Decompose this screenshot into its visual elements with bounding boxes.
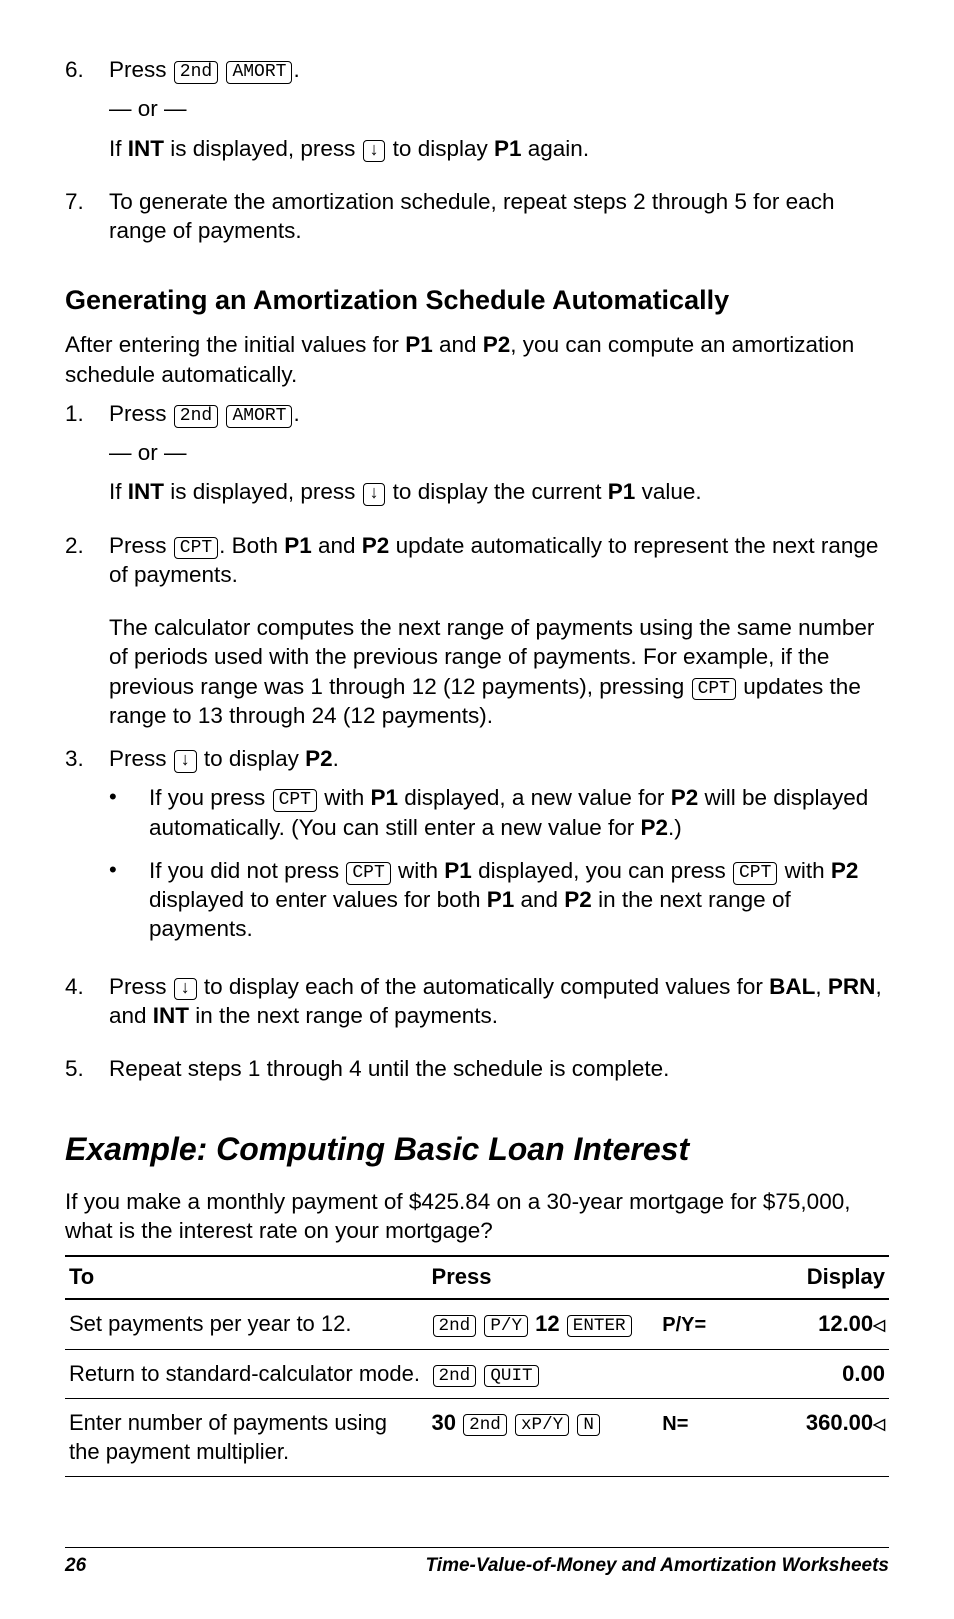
key-label: 2nd (433, 1365, 477, 1387)
step-alt: If INT is displayed, press ↓ to display … (109, 134, 889, 163)
step-text: To generate the amortization schedule, r… (109, 187, 889, 246)
step-number: 3. (65, 744, 109, 958)
table-row: Enter number of payments using the payme… (65, 1399, 889, 1477)
key-label: 2nd (174, 61, 218, 84)
cell-var (658, 1349, 744, 1399)
cell-var: N= (658, 1399, 744, 1477)
key-label: P/Y (484, 1315, 528, 1337)
step-text: Repeat steps 1 through 4 until the sched… (109, 1054, 889, 1083)
key-label: CPT (692, 678, 736, 701)
step-list-main: 1.Press 2nd AMORT. — or — If INT is displa… (65, 399, 889, 1094)
bullet-icon: • (109, 856, 149, 944)
cell-press: 2nd QUIT (428, 1349, 659, 1399)
key-label: CPT (174, 537, 218, 560)
bullet-icon: • (109, 783, 149, 842)
cell-to: Set payments per year to 12. (65, 1299, 428, 1349)
cell-value: 12.00◁ (744, 1299, 889, 1349)
step-number: 1. (65, 399, 109, 517)
cell-press: 2nd P/Y 12 ENTER (428, 1299, 659, 1349)
key-label: AMORT (226, 61, 292, 84)
key-label: ↓ (174, 750, 197, 773)
key-label: 2nd (174, 405, 218, 428)
cell-var: P/Y= (658, 1299, 744, 1349)
example-heading: Example: Computing Basic Loan Interest (65, 1129, 889, 1171)
step-text: Press 2nd AMORT. (109, 55, 889, 84)
th-press: Press (428, 1256, 659, 1299)
page-footer: 26 Time-Value-of-Money and Amortization … (65, 1547, 889, 1579)
key-label: AMORT (226, 405, 292, 428)
step-text: Press ↓ to display P2. (109, 744, 889, 773)
key-label: 2nd (463, 1414, 507, 1436)
key-label: QUIT (484, 1365, 538, 1387)
key-label: CPT (273, 789, 317, 812)
example-table: To Press Display Set payments per year t… (65, 1255, 889, 1477)
step-number: 6. (65, 55, 109, 173)
table-row: Return to standard-calculator mode.2nd Q… (65, 1349, 889, 1399)
cell-to: Return to standard-calculator mode. (65, 1349, 428, 1399)
key-label: CPT (346, 862, 390, 885)
key-label: CPT (733, 862, 777, 885)
step-text: Press 2nd AMORT. (109, 399, 889, 428)
footer-title: Time-Value-of-Money and Amortization Wor… (426, 1554, 889, 1579)
cell-press: 30 2nd xP/Y N (428, 1399, 659, 1477)
key-label: xP/Y (515, 1414, 569, 1436)
section-heading-auto: Generating an Amortization Schedule Auto… (65, 283, 889, 318)
step-paragraph: The calculator computes the next range o… (109, 613, 889, 730)
step-number: 2. (65, 531, 109, 600)
key-label: ENTER (567, 1315, 632, 1337)
step-list-top: 6.Press 2nd AMORT. — or — If INT is displa… (65, 55, 889, 255)
cell-to: Enter number of payments using the payme… (65, 1399, 428, 1477)
key-label: ↓ (363, 483, 386, 506)
th-display: Display (658, 1256, 889, 1299)
key-label: 2nd (433, 1315, 477, 1337)
key-label: ↓ (363, 140, 386, 163)
table-row: Set payments per year to 12.2nd P/Y 12 E… (65, 1299, 889, 1349)
section-intro: After entering the initial values for P1… (65, 330, 889, 389)
or-text: — or — (109, 438, 889, 467)
example-intro: If you make a monthly payment of $425.84… (65, 1187, 889, 1246)
cell-value: 0.00 (744, 1349, 889, 1399)
page-number: 26 (65, 1554, 86, 1579)
step-number: 4. (65, 972, 109, 1041)
step-number: 5. (65, 1054, 109, 1093)
step-text: Press CPT. Both P1 and P2 update automat… (109, 531, 889, 590)
th-to: To (65, 1256, 428, 1299)
bullet-text: If you did not press CPT with P1 display… (149, 856, 889, 944)
key-label: N (577, 1414, 600, 1436)
or-text: — or — (109, 94, 889, 123)
key-label: ↓ (174, 978, 197, 1001)
bullet-text: If you press CPT with P1 displayed, a ne… (149, 783, 889, 842)
cell-value: 360.00◁ (744, 1399, 889, 1477)
step-number: 7. (65, 187, 109, 256)
step-text: Press ↓ to display each of the automatic… (109, 972, 889, 1031)
step-alt: If INT is displayed, press ↓ to display … (109, 477, 889, 506)
